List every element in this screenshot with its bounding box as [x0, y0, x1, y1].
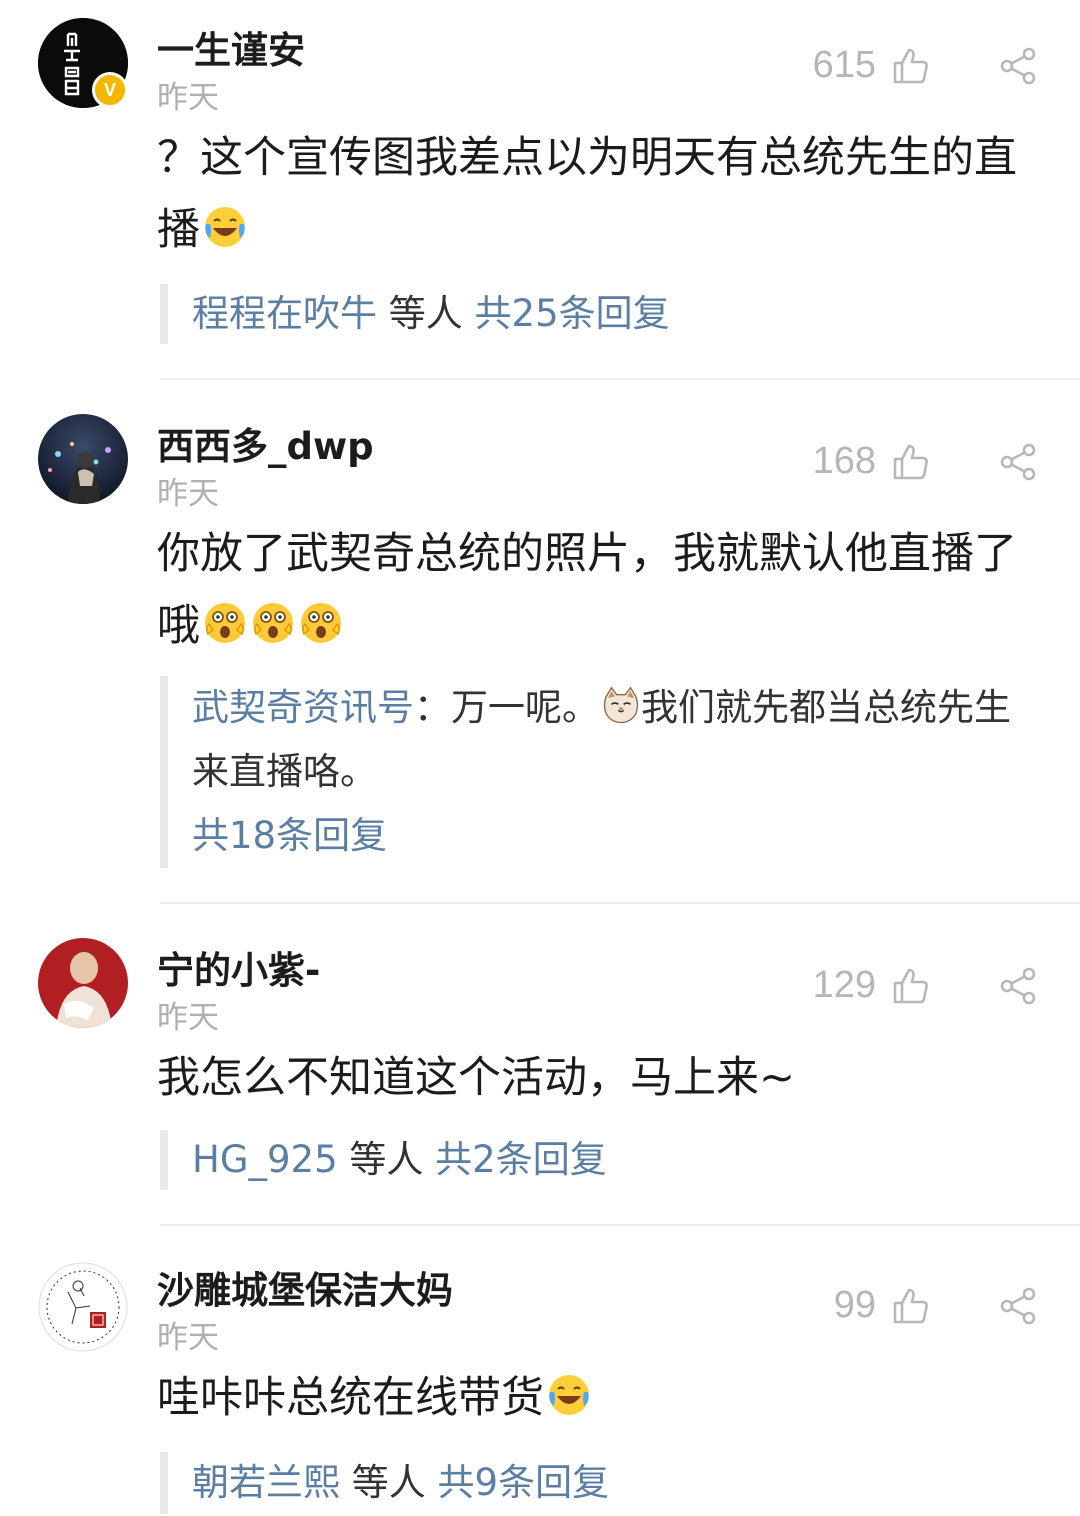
- reply-user-link[interactable]: 朝若兰熙: [192, 1461, 340, 1504]
- verified-badge-icon: V: [92, 72, 128, 108]
- username[interactable]: 沙雕城堡保洁大妈: [157, 1260, 453, 1314]
- reply-text-before: 万一呢。: [451, 686, 599, 729]
- thumbs-up-outline-icon[interactable]: [890, 442, 930, 482]
- comment-text-content: ？这个宣传图我差点以为明天有总统先生的直播: [157, 133, 1017, 255]
- username[interactable]: 宁的小紫-: [157, 940, 320, 994]
- reply-preview: 武契奇资讯号：万一呢。 我们就先都当总统先生来直播咯。: [192, 676, 1040, 804]
- reply-suffix: 等人: [388, 292, 463, 335]
- avatar[interactable]: [38, 414, 128, 504]
- reply-summary[interactable]: 朝若兰熙 等人 共9条回复: [160, 1452, 1040, 1514]
- reply-summary[interactable]: HG_925 等人 共2条回复: [160, 1130, 1040, 1190]
- like-count[interactable]: 129: [813, 964, 876, 1007]
- username[interactable]: 一生谨安: [157, 20, 305, 74]
- comment-text: 哇咔咔总统在线带货: [157, 1362, 1037, 1434]
- shocked-face-emoji: [202, 600, 248, 646]
- timestamp: 昨天: [157, 80, 219, 116]
- share-icon[interactable]: [998, 1286, 1038, 1326]
- reply-count-link[interactable]: 共2条回复: [435, 1138, 607, 1181]
- comment-item: 西西多_dwp 昨天 168 你放了武契奇总统的照片，我就默认他直播了哦 武契奇…: [0, 380, 1080, 902]
- share-icon[interactable]: [998, 46, 1038, 86]
- comment-text-content: 哇咔咔总统在线带货: [157, 1373, 544, 1423]
- timestamp: 昨天: [157, 476, 219, 512]
- reply-count-link[interactable]: 共18条回复: [192, 814, 387, 857]
- laugh-cry-emoji: [546, 1372, 592, 1418]
- reply-summary[interactable]: 武契奇资讯号：万一呢。 我们就先都当总统先生来直播咯。 共18条回复: [160, 676, 1040, 868]
- laugh-cry-emoji: [202, 204, 248, 250]
- like-count[interactable]: 615: [813, 44, 876, 87]
- comment-item: 沙雕城堡保洁大妈 昨天 99 哇咔咔总统在线带货 朝若兰熙 等人 共9条回复: [0, 1226, 1080, 1516]
- shocked-face-emoji: [298, 600, 344, 646]
- comment-item: V 一生谨安 昨天 615 ？这个宣传图我差点以为明天有总统先生的直播 程程在吹…: [0, 0, 1080, 380]
- comment-item: 宁的小紫- 昨天 129 我怎么不知道这个活动，马上来~ HG_925 等人 共…: [0, 904, 1080, 1224]
- thumbs-up-outline-icon[interactable]: [890, 966, 930, 1006]
- reply-count-link[interactable]: 共25条回复: [475, 292, 670, 335]
- avatar[interactable]: [38, 1262, 128, 1352]
- share-icon[interactable]: [998, 442, 1038, 482]
- comment-text: 我怎么不知道这个活动，马上来~: [157, 1042, 1037, 1114]
- reply-suffix: 等人: [351, 1461, 426, 1504]
- reply-user-link[interactable]: 程程在吹牛: [192, 292, 377, 335]
- cat-face-emoji: [601, 686, 641, 726]
- username[interactable]: 西西多_dwp: [157, 416, 374, 470]
- reply-user-link[interactable]: HG_925: [192, 1138, 338, 1181]
- avatar[interactable]: [38, 938, 128, 1028]
- reply-author-link[interactable]: 武契奇资讯号: [192, 686, 414, 729]
- reply-colon: ：: [414, 686, 451, 729]
- thumbs-up-outline-icon[interactable]: [890, 1286, 930, 1326]
- comment-text-content: 我怎么不知道这个活动，马上来~: [157, 1053, 796, 1103]
- comment-text: ？这个宣传图我差点以为明天有总统先生的直播: [157, 122, 1037, 266]
- timestamp: 昨天: [157, 1320, 219, 1356]
- like-count[interactable]: 168: [813, 440, 876, 483]
- timestamp: 昨天: [157, 1000, 219, 1036]
- reply-count-link[interactable]: 共9条回复: [438, 1461, 610, 1504]
- shocked-face-emoji: [250, 600, 296, 646]
- comment-text: 你放了武契奇总统的照片，我就默认他直播了哦: [157, 518, 1037, 662]
- like-count[interactable]: 99: [834, 1284, 876, 1327]
- share-icon[interactable]: [998, 966, 1038, 1006]
- reply-summary[interactable]: 程程在吹牛 等人 共25条回复: [160, 284, 1040, 344]
- thumbs-up-outline-icon[interactable]: [890, 46, 930, 86]
- reply-suffix: 等人: [349, 1138, 424, 1181]
